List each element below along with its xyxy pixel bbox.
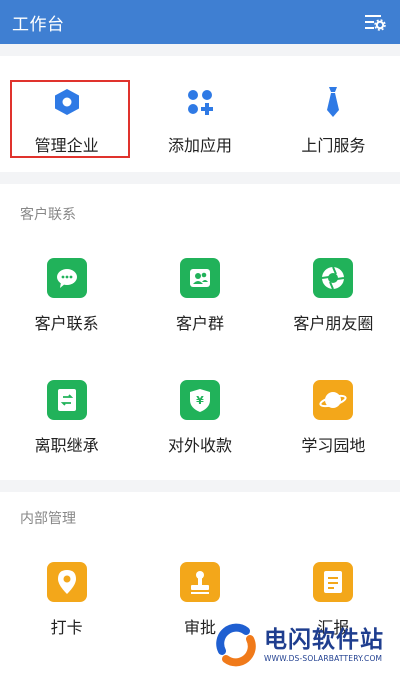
settings-icon[interactable] xyxy=(362,9,388,35)
watermark-logo-icon xyxy=(212,621,260,669)
add-app-label: 添加应用 xyxy=(167,136,232,155)
customer-contact-section: 客户联系 客户联系 客户群 客户朋友圈 离职继承 ¥ 对外收款 学习园地 xyxy=(0,184,400,480)
manage-enterprise-label: 管理企业 xyxy=(34,136,99,155)
transfer-doc-icon xyxy=(46,380,87,420)
section-title-customer: 客户联系 xyxy=(20,207,76,223)
report-doc-icon xyxy=(313,562,354,602)
customer-contact-item[interactable]: 客户联系 xyxy=(0,258,133,334)
external-payment-label: 对外收款 xyxy=(167,436,232,455)
app-header: 工作台 xyxy=(0,0,400,44)
customer-group-item[interactable]: 客户群 xyxy=(133,258,266,334)
quick-actions-card: 管理企业 添加应用 上门服务 xyxy=(0,56,400,172)
onsite-service-label: 上门服务 xyxy=(301,136,366,155)
resignation-transfer-item[interactable]: 离职继承 xyxy=(0,380,133,456)
watermark-name: 电闪软件站 xyxy=(264,626,384,653)
external-payment-item[interactable]: ¥ 对外收款 xyxy=(133,380,266,456)
learning-area-label: 学习园地 xyxy=(301,436,366,455)
shutter-icon xyxy=(313,258,354,298)
page-title: 工作台 xyxy=(12,14,65,35)
clock-in-item[interactable]: 打卡 xyxy=(0,562,133,638)
yuan-shield-icon: ¥ xyxy=(179,380,220,420)
stamp-icon xyxy=(179,562,220,602)
section-title-internal: 内部管理 xyxy=(20,511,76,527)
resignation-transfer-label: 离职继承 xyxy=(34,436,99,455)
customer-group-label: 客户群 xyxy=(175,314,224,333)
manage-enterprise-button[interactable]: 管理企业 xyxy=(0,84,133,156)
hexagon-icon xyxy=(47,84,87,120)
add-app-button[interactable]: 添加应用 xyxy=(133,84,266,156)
tie-icon xyxy=(313,84,353,120)
customer-moments-item[interactable]: 客户朋友圈 xyxy=(267,258,400,334)
planet-icon xyxy=(313,380,354,420)
clock-in-label: 打卡 xyxy=(50,618,83,637)
group-icon xyxy=(179,258,220,298)
customer-contact-label: 客户联系 xyxy=(34,314,99,333)
location-pin-icon xyxy=(46,562,87,602)
learning-area-item[interactable]: 学习园地 xyxy=(267,380,400,456)
svg-text:¥: ¥ xyxy=(196,394,204,407)
chat-bubble-icon xyxy=(46,258,87,298)
add-app-icon xyxy=(180,84,220,120)
watermark-url: WWW.DS-SOLARBATTERY.COM xyxy=(264,653,383,663)
onsite-service-button[interactable]: 上门服务 xyxy=(267,84,400,156)
customer-moments-label: 客户朋友圈 xyxy=(293,314,374,333)
site-watermark: 电闪软件站 WWW.DS-SOLARBATTERY.COM xyxy=(212,616,398,673)
